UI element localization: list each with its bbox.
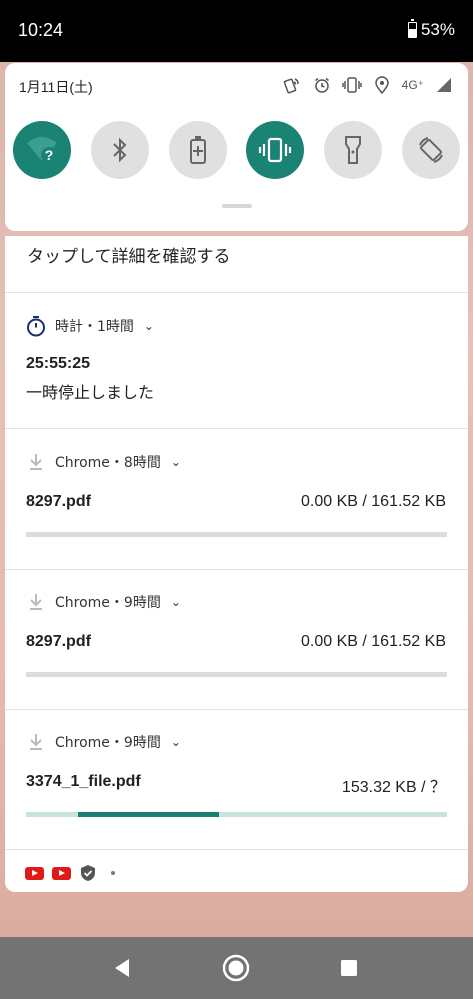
vibrate-tile[interactable] [246, 121, 305, 179]
wifi-tile[interactable]: ? [13, 121, 71, 179]
download-size: 0.00 KB / 161.52 KB [301, 633, 446, 650]
progress-indeterminate-fill [78, 812, 219, 817]
vibrate-icon [259, 137, 292, 163]
chevron-down-icon[interactable]: ⌄ [171, 735, 181, 749]
app-name-time: Chrome・9時間 [55, 595, 161, 611]
bluetooth-tile[interactable] [90, 121, 149, 179]
chevron-down-icon[interactable]: ⌄ [171, 595, 181, 609]
battery-percent: 53% [420, 20, 455, 39]
file-name: 8297.pdf [26, 493, 91, 510]
nfc-icon [282, 75, 302, 95]
date-label[interactable]: 1月11日(土) [19, 77, 93, 97]
download-icon [30, 594, 42, 610]
file-name: 8297.pdf [26, 633, 91, 650]
flashlight-tile[interactable] [324, 121, 383, 179]
quick-settings-panel: 1月11日(土) 4G⁺ ? [5, 63, 468, 231]
wifi-icon: ? [27, 137, 57, 163]
download-notification[interactable]: Chrome・8時間 ⌄ 8297.pdf 0.00 KB / 161.52 K… [5, 429, 468, 569]
status-time: 10:24 [18, 20, 64, 40]
system-icons: 4G⁺ [282, 75, 454, 95]
notification-header[interactable]: Chrome・9時間 ⌄ [25, 591, 181, 613]
home-icon [222, 954, 250, 982]
quick-tiles: ? [13, 121, 460, 179]
alarm-icon [312, 75, 332, 95]
drag-handle[interactable] [222, 204, 252, 208]
status-bar: 10:24 53% [0, 0, 473, 62]
svg-text:?: ? [45, 147, 54, 163]
chevron-down-icon[interactable]: ⌄ [144, 319, 154, 333]
notification-header[interactable]: Chrome・9時間 ⌄ [25, 731, 181, 753]
file-name: 3374_1_file.pdf [26, 773, 141, 790]
auto-rotate-tile[interactable] [401, 121, 460, 179]
shield-check-icon [81, 865, 95, 881]
signal-icon [434, 75, 454, 95]
battery-saver-tile[interactable] [168, 121, 227, 179]
back-icon [115, 959, 129, 977]
overflow-icons[interactable] [25, 864, 115, 882]
notification-text: 一時停止しました [26, 383, 155, 402]
battery-saver-icon [189, 136, 206, 164]
clock-notification[interactable]: 時計・1時間 ⌄ 25:55:25 一時停止しました [5, 293, 468, 428]
download-icon [30, 734, 42, 750]
download-notification[interactable]: Chrome・9時間 ⌄ 3374_1_file.pdf 153.32 KB /… [5, 710, 468, 849]
vibrate-status-icon [341, 75, 362, 95]
app-name-time: Chrome・8時間 [55, 455, 161, 471]
app-name-time: 時計・1時間 [55, 319, 134, 335]
location-icon [372, 75, 392, 95]
navigation-bar [0, 937, 473, 999]
partial-notification[interactable]: タップして詳細を確認する [5, 236, 468, 292]
download-icon [30, 454, 42, 470]
flashlight-icon [345, 136, 362, 164]
stopwatch-icon [27, 316, 45, 337]
divider [5, 849, 468, 850]
app-name-time: Chrome・9時間 [55, 735, 161, 751]
battery-indicator: 53% [407, 19, 455, 40]
battery-icon [407, 19, 417, 38]
youtube-icon [25, 866, 44, 880]
bluetooth-icon [113, 137, 127, 163]
back-button[interactable] [107, 953, 137, 983]
home-button[interactable] [221, 953, 251, 983]
network-type: 4G⁺ [401, 78, 424, 92]
rotate-icon [419, 137, 443, 163]
notification-header[interactable]: Chrome・8時間 ⌄ [25, 451, 181, 473]
notification-text: タップして詳細を確認する [27, 247, 231, 267]
youtube-icon [52, 866, 71, 880]
download-progress-bar [26, 532, 447, 537]
notification-title: 25:55:25 [26, 355, 91, 372]
download-size: 153.32 KB / ？ [341, 779, 446, 796]
download-progress-bar [26, 672, 447, 677]
chevron-down-icon[interactable]: ⌄ [171, 455, 181, 469]
download-progress-bar [26, 812, 447, 817]
recents-icon [341, 960, 357, 976]
notification-header[interactable]: 時計・1時間 ⌄ [25, 315, 154, 337]
more-dot-icon [111, 871, 115, 875]
notification-list[interactable]: タップして詳細を確認する 時計・1時間 ⌄ 25:55:25 一時停止しました … [5, 236, 468, 892]
download-size: 0.00 KB / 161.52 KB [301, 493, 446, 510]
recents-button[interactable] [334, 953, 364, 983]
download-notification[interactable]: Chrome・9時間 ⌄ 8297.pdf 0.00 KB / 161.52 K… [5, 570, 468, 709]
